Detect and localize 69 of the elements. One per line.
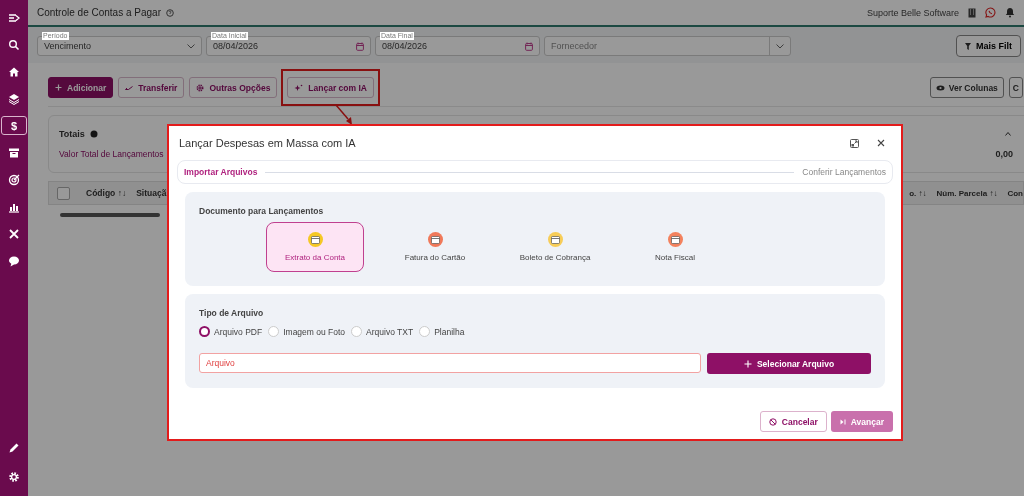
bell-icon[interactable]: [1005, 7, 1015, 18]
column-header[interactable]: Con: [1007, 188, 1023, 198]
cancel-icon: [768, 417, 777, 426]
column-header[interactable]: Núm. Parcela ↑↓: [936, 188, 998, 198]
info-icon[interactable]: [89, 130, 98, 138]
help-icon[interactable]: [165, 8, 174, 17]
column-header[interactable]: Código ↑↓: [86, 188, 137, 198]
building-icon[interactable]: [968, 7, 976, 18]
select-file-button[interactable]: Selecionar Arquivo: [707, 353, 871, 374]
file-type-radio[interactable]: Arquivo TXT: [351, 326, 414, 337]
caret-up-icon[interactable]: [1005, 132, 1011, 136]
totals-title: Totais: [59, 129, 85, 139]
calendar-icon[interactable]: [525, 41, 533, 51]
supplier-field[interactable]: Fornecedor: [544, 36, 791, 56]
chat-icon: [8, 254, 20, 267]
add-button[interactable]: Adicionar: [48, 77, 114, 98]
menu-icon: [8, 11, 20, 24]
chevron-down-icon[interactable]: [776, 43, 784, 49]
document-option[interactable]: Fatura do Cartão: [386, 222, 484, 272]
plus-icon: [55, 84, 62, 91]
sparkle-icon: [294, 83, 304, 92]
calendar-icon[interactable]: [356, 41, 364, 51]
dollar-icon: $: [10, 119, 18, 132]
more-filters-button[interactable]: Mais Filt: [956, 35, 1021, 57]
step-label[interactable]: Importar Arquivos: [184, 167, 258, 177]
file-field[interactable]: Arquivo: [199, 353, 701, 373]
file-type-radio[interactable]: Arquivo PDF: [199, 326, 263, 337]
step-label[interactable]: Conferir Lançamentos: [802, 167, 886, 177]
settings-icon: [8, 470, 20, 483]
file-type-radio[interactable]: Imagem ou Foto: [268, 326, 346, 337]
document-option[interactable]: Extrato da Conta: [266, 222, 364, 272]
cancel-button[interactable]: Cancelar: [759, 411, 827, 432]
skip-icon: [839, 418, 846, 425]
select-all-checkbox[interactable]: [57, 186, 70, 200]
search-icon: [8, 38, 20, 51]
scrollbar[interactable]: [60, 213, 160, 217]
plus-icon: [743, 359, 752, 368]
transfer-icon: [125, 84, 134, 91]
home-icon: [8, 65, 20, 78]
maximize-icon[interactable]: [850, 138, 859, 148]
page-title: Controle de Contas a Pagar: [37, 7, 161, 18]
tools-icon: [8, 227, 20, 240]
section-title: Tipo de Arquivo: [199, 308, 265, 318]
column-header[interactable]: o. ↑↓: [909, 188, 927, 198]
file-type-radio[interactable]: Planilha: [419, 326, 465, 337]
layers-icon: [8, 92, 20, 105]
gear-icon: [196, 83, 205, 92]
close-icon[interactable]: [877, 139, 885, 147]
radio-dot[interactable]: [199, 326, 210, 337]
document-option[interactable]: Boleto de Cobrança: [506, 222, 604, 272]
action-button[interactable]: Outras Opções: [189, 77, 278, 98]
archive-icon: [8, 146, 20, 159]
user-name[interactable]: Suporte Belle Software: [866, 7, 959, 18]
sidebar-item[interactable]: $: [1, 116, 27, 135]
action-button[interactable]: Transferir: [118, 77, 185, 98]
whatsapp-icon[interactable]: [985, 7, 996, 18]
totals-value: 0,00: [995, 149, 1013, 159]
target-icon: [8, 173, 20, 186]
section-title: Documento para Lançamentos: [199, 206, 325, 216]
dialog-title: Lançar Despesas em Massa com IA: [179, 137, 356, 149]
action-button[interactable]: Lançar com IA: [287, 77, 374, 98]
pencil-icon: [8, 441, 20, 454]
filter-icon: [965, 42, 971, 50]
chevron-down-icon[interactable]: [187, 43, 195, 49]
eye-icon: [935, 84, 945, 91]
toolbar-button[interactable]: Ver Colunas: [929, 77, 1004, 98]
document-option[interactable]: Nota Fiscal: [626, 222, 724, 272]
toolbar-button[interactable]: C: [1008, 77, 1023, 98]
totals-label: Valor Total de Lançamentos: [59, 149, 164, 159]
